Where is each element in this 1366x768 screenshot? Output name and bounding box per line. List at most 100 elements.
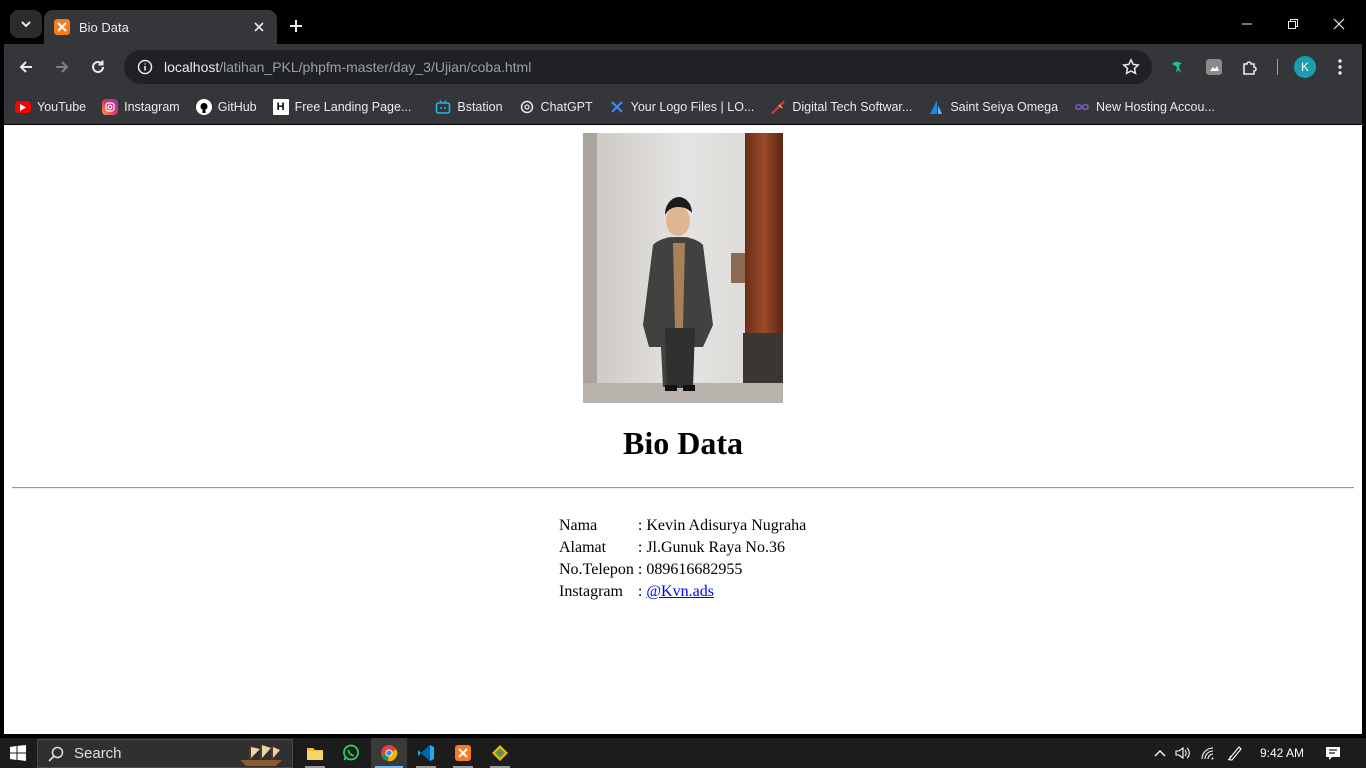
bookmark-saint-seiya[interactable]: Saint Seiya Omega — [928, 99, 1058, 115]
search-placeholder: Search — [74, 745, 122, 762]
h-icon: H — [272, 99, 289, 115]
xampp-icon — [455, 745, 471, 761]
bookmark-github[interactable]: GitHub — [195, 99, 257, 115]
bstation-icon — [435, 99, 451, 115]
bookmark-free-landing[interactable]: H Free Landing Page... — [272, 99, 412, 115]
browser-menu-button[interactable] — [1326, 53, 1354, 81]
network-icon[interactable] — [1199, 744, 1217, 762]
volume-icon[interactable] — [1174, 744, 1192, 762]
tray-overflow-icon[interactable] — [1151, 744, 1169, 762]
minimize-button[interactable] — [1224, 10, 1270, 38]
bookmark-your-logo[interactable]: Your Logo Files | LO... — [609, 99, 754, 115]
row-value-instagram: : @Kvn.ads — [636, 581, 808, 603]
horizontal-rule — [12, 487, 1354, 489]
row-separator: : — [637, 561, 643, 578]
infinity-icon — [1074, 99, 1090, 115]
tab-close-icon[interactable] — [251, 19, 267, 35]
extensions-menu-button[interactable] — [1236, 53, 1264, 81]
bookmark-instagram[interactable]: Instagram — [102, 99, 180, 115]
url-text[interactable]: localhost/latihan_PKL/phpfm-master/day_3… — [164, 59, 531, 75]
bookmark-label: New Hosting Accou... — [1096, 100, 1215, 114]
logo-icon — [609, 99, 625, 115]
search-icon — [48, 746, 64, 762]
row-value-nama: : Kevin Adisurya Nugraha — [636, 515, 808, 537]
address-bar[interactable]: localhost/latihan_PKL/phpfm-master/day_3… — [124, 50, 1152, 84]
extension-button-2[interactable] — [1200, 53, 1228, 81]
new-tab-button[interactable] — [284, 14, 308, 38]
kebab-menu-icon — [1338, 59, 1342, 75]
taskbar-git-app[interactable] — [482, 738, 518, 768]
profile-avatar[interactable]: K — [1294, 56, 1316, 78]
restore-icon — [1288, 19, 1298, 29]
toolbar-separator — [1277, 59, 1278, 75]
whatsapp-icon — [343, 744, 359, 761]
arrow-right-icon — [56, 61, 69, 73]
bookmark-new-hosting[interactable]: New Hosting Accou... — [1074, 99, 1215, 115]
bookmark-digital-tech[interactable]: Digital Tech Softwar... — [770, 99, 912, 115]
bookmarks-bar: YouTube Instagram GitHub H Free Landing … — [4, 90, 1362, 124]
reload-icon — [92, 60, 104, 73]
tab-search-button[interactable] — [10, 10, 42, 38]
instagram-link[interactable]: @Kvn.ads — [646, 583, 714, 600]
saint-seiya-icon — [928, 99, 944, 115]
bookmark-label: YouTube — [37, 100, 87, 114]
notifications-icon[interactable] — [1324, 744, 1342, 762]
folder-icon — [307, 748, 323, 760]
url-path: /latihan_PKL/phpfm-master/day_3/Ujian/co… — [219, 59, 532, 75]
taskbar-xampp[interactable] — [445, 738, 481, 768]
taskbar-search[interactable]: Search — [37, 739, 293, 768]
puzzle-icon — [1243, 61, 1257, 75]
table-row: No.Telepon : 089616682955 — [557, 559, 808, 581]
row-value-alamat: : Jl.Gunuk Raya No.36 — [636, 537, 808, 559]
chrome-icon — [381, 745, 398, 762]
start-button[interactable] — [0, 738, 36, 768]
close-icon — [1333, 18, 1345, 30]
bookmark-youtube[interactable]: YouTube — [15, 100, 86, 114]
page-title: Bio Data — [623, 425, 743, 461]
back-button[interactable] — [12, 53, 40, 81]
bookmark-label: ChatGPT — [540, 100, 593, 114]
forward-button[interactable] — [48, 53, 76, 81]
browser-toolbar: localhost/latihan_PKL/phpfm-master/day_3… — [4, 44, 1362, 90]
instagram-icon — [102, 99, 119, 115]
close-window-button[interactable] — [1316, 10, 1362, 38]
row-separator: : — [637, 539, 643, 556]
bookmark-label: Instagram — [124, 100, 180, 114]
row-label-instagram: Instagram — [559, 583, 623, 600]
github-icon — [195, 99, 212, 115]
row-label-nama: Nama — [559, 517, 598, 534]
youtube-icon — [15, 101, 31, 113]
chevron-down-icon — [21, 21, 31, 28]
pen-icon[interactable] — [1226, 744, 1244, 762]
row-separator: : — [637, 583, 643, 600]
taskbar-chrome[interactable] — [371, 738, 407, 768]
extension-square-icon — [1206, 59, 1222, 75]
bookmark-chatgpt[interactable]: ChatGPT — [519, 99, 593, 115]
tab-title: Bio Data — [79, 19, 129, 35]
minimize-icon — [1242, 23, 1252, 25]
digital-tech-icon — [770, 99, 786, 115]
taskbar-file-explorer[interactable] — [297, 738, 333, 768]
url-host: localhost — [164, 59, 220, 75]
row-label-alamat: Alamat — [559, 539, 607, 556]
row-separator: : — [637, 517, 643, 534]
bookmark-label: Free Landing Page... — [294, 100, 412, 114]
bookmark-label: GitHub — [217, 100, 257, 114]
page-viewport: Bio Data Nama : Kevin Adisurya Nugraha A… — [4, 125, 1362, 734]
reload-button[interactable] — [84, 53, 112, 81]
taskbar-whatsapp[interactable] — [333, 738, 369, 768]
bio-table: Nama : Kevin Adisurya Nugraha Alamat : J… — [557, 515, 808, 603]
extension-button[interactable] — [1164, 53, 1192, 81]
bookmark-label: Bstation — [457, 100, 503, 114]
restore-button[interactable] — [1270, 10, 1316, 38]
plus-icon — [290, 20, 302, 32]
row-label-telepon: No.Telepon — [559, 561, 634, 578]
site-info-icon[interactable] — [128, 50, 162, 84]
taskbar-clock[interactable]: 9:42 AM — [1250, 738, 1314, 768]
bookmark-star-icon[interactable] — [1122, 58, 1140, 76]
chatgpt-icon — [519, 99, 535, 115]
taskbar-vscode[interactable] — [408, 738, 444, 768]
bookmark-bstation[interactable]: Bstation — [435, 99, 503, 115]
taskbar: Search 9:42 AM — [0, 738, 1366, 768]
tab-bio-data[interactable]: Bio Data — [44, 10, 277, 44]
